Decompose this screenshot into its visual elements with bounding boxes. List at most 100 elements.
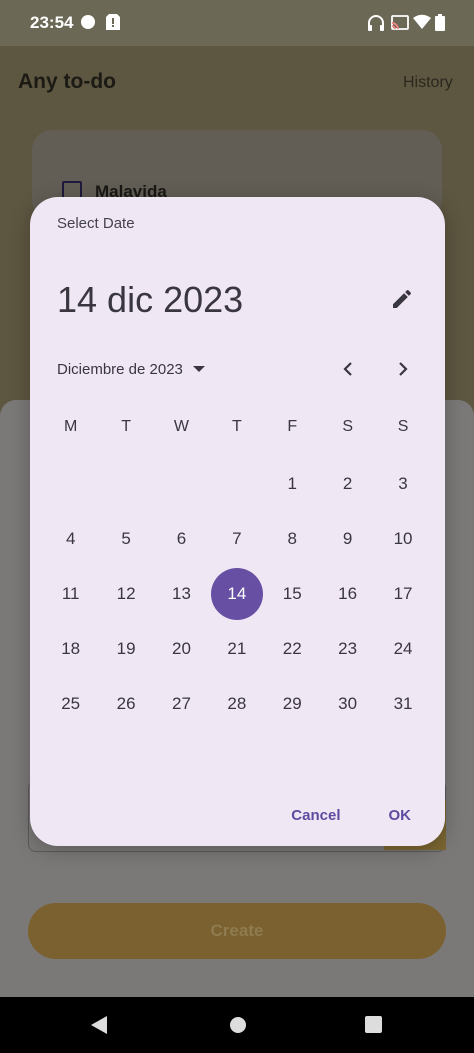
calendar-day[interactable]: 5 (98, 511, 153, 566)
edit-date-button[interactable] (386, 283, 418, 315)
chevron-left-icon (343, 362, 352, 376)
calendar-day[interactable]: 25 (43, 677, 98, 732)
calendar-day-number: 6 (176, 528, 187, 548)
calendar-day-number: 16 (338, 583, 358, 603)
calendar-day-number: 10 (393, 528, 413, 548)
calendar-day-number: 18 (61, 639, 81, 659)
calendar-day[interactable]: 11 (43, 566, 98, 621)
calendar-day[interactable]: 15 (265, 566, 320, 621)
cancel-button[interactable]: Cancel (291, 807, 340, 824)
weekday-label: M (64, 418, 78, 435)
calendar-day-selected[interactable]: 14 (209, 566, 264, 621)
month-year-label: Diciembre de 2023 (57, 360, 183, 378)
calendar-day[interactable]: 6 (154, 511, 209, 566)
calendar-day-number: 12 (116, 583, 136, 603)
headset-icon (368, 15, 384, 31)
calendar-blank-cell (43, 456, 98, 511)
app-title: Any to-do (18, 70, 116, 93)
calendar-day[interactable]: 7 (209, 511, 264, 566)
calendar-day[interactable]: 26 (98, 677, 153, 732)
calendar-day[interactable]: 1 (265, 456, 320, 511)
calendar-day-number: 26 (116, 694, 136, 714)
dialog-actions: Cancel OK (291, 807, 411, 824)
weekday-label: T (121, 418, 131, 435)
calendar-day-number: 4 (65, 528, 76, 548)
calendar-day-number: 15 (282, 583, 302, 603)
calendar-day-number: 25 (61, 694, 81, 714)
cast-icon (391, 15, 409, 30)
calendar-day[interactable]: 24 (375, 622, 430, 677)
calendar-blank-cell (209, 456, 264, 511)
status-bar: 23:54 (0, 0, 474, 46)
navigation-bar (0, 997, 474, 1053)
calendar-day[interactable]: 22 (265, 622, 320, 677)
calendar-day[interactable]: 30 (320, 677, 375, 732)
calendar-day[interactable]: 20 (154, 622, 209, 677)
next-month-button[interactable] (389, 355, 417, 383)
weekday-label: S (397, 418, 409, 435)
weekday-label: S (342, 418, 353, 435)
calendar-day-number: 3 (398, 473, 408, 493)
back-icon[interactable] (90, 1015, 108, 1035)
calendar-day-number: 17 (393, 583, 413, 603)
calendar-day[interactable]: 3 (375, 456, 430, 511)
calendar-day[interactable]: 19 (98, 622, 153, 677)
calendar-day[interactable]: 23 (320, 622, 375, 677)
calendar-day[interactable]: 17 (375, 566, 430, 621)
calendar-day-number: 31 (393, 694, 413, 714)
calendar-day[interactable]: 10 (375, 511, 430, 566)
home-icon[interactable] (229, 1016, 247, 1034)
calendar-day-number: 11 (61, 583, 80, 603)
calendar-day-number: 30 (338, 694, 358, 714)
calendar-day-number: 19 (116, 639, 136, 659)
battery-icon (435, 14, 445, 31)
calendar-day-number: 5 (121, 528, 131, 548)
calendar-day[interactable]: 29 (265, 677, 320, 732)
calendar-day[interactable]: 9 (320, 511, 375, 566)
create-button[interactable]: Create (28, 903, 446, 959)
status-time: 23:54 (30, 13, 74, 32)
calendar-day[interactable]: 4 (43, 511, 98, 566)
calendar-day-number: 24 (393, 639, 413, 659)
calendar-day-number: 13 (172, 583, 191, 603)
calendar-day-number: 22 (282, 639, 302, 659)
previous-month-button[interactable] (334, 355, 362, 383)
calendar-day[interactable]: 8 (265, 511, 320, 566)
weekday-header-row: MTWTFSS (43, 418, 432, 436)
calendar-day-number: 28 (227, 694, 247, 714)
calendar-day-number: 1 (287, 473, 297, 493)
calendar-day-number: 20 (172, 639, 191, 659)
calendar-day[interactable]: 31 (375, 677, 430, 732)
calendar-day[interactable]: 18 (43, 622, 98, 677)
calendar-day[interactable]: 2 (320, 456, 375, 511)
pencil-icon (393, 289, 412, 308)
calendar-day[interactable]: 16 (320, 566, 375, 621)
calendar-day-number: 7 (232, 528, 242, 548)
chevron-right-icon (399, 362, 408, 376)
calendar-day[interactable]: 28 (209, 677, 264, 732)
calendar-day-number: 9 (342, 528, 353, 548)
calendar-day-number: 14 (210, 567, 263, 620)
notification-dot-icon (81, 15, 95, 29)
calendar-day-number: 23 (338, 639, 358, 659)
calendar-blank-cell (98, 456, 153, 511)
calendar-day[interactable]: 12 (98, 566, 153, 621)
calendar-day[interactable]: 13 (154, 566, 209, 621)
date-picker-dialog: Select Date 14 dic 2023 Diciembre de 202… (30, 197, 445, 846)
weekday-label: W (173, 418, 190, 435)
selected-date-headline: 14 dic 2023 (57, 279, 244, 320)
calendar-day[interactable]: 27 (154, 677, 209, 732)
calendar-day-number: 21 (227, 639, 247, 659)
sim-alert-icon (106, 14, 120, 30)
dialog-heading: Select Date (57, 215, 135, 232)
month-year-selector[interactable]: Diciembre de 2023 (57, 358, 205, 380)
calendar-day-number: 2 (342, 473, 353, 493)
ok-button[interactable]: OK (389, 807, 412, 824)
weekday-label: F (287, 418, 298, 435)
calendar-day[interactable]: 21 (209, 622, 264, 677)
recents-icon[interactable] (365, 1016, 382, 1033)
calendar-day-number: 29 (282, 694, 302, 714)
calendar-blank-cell (154, 456, 209, 511)
calendar-day-grid: 1 2 3 4 5 6 7 8 9 10 11 12 13 14 15 16 17 18 19 20 21 22 23 24 2… (43, 456, 432, 732)
history-link[interactable]: History (403, 74, 453, 92)
